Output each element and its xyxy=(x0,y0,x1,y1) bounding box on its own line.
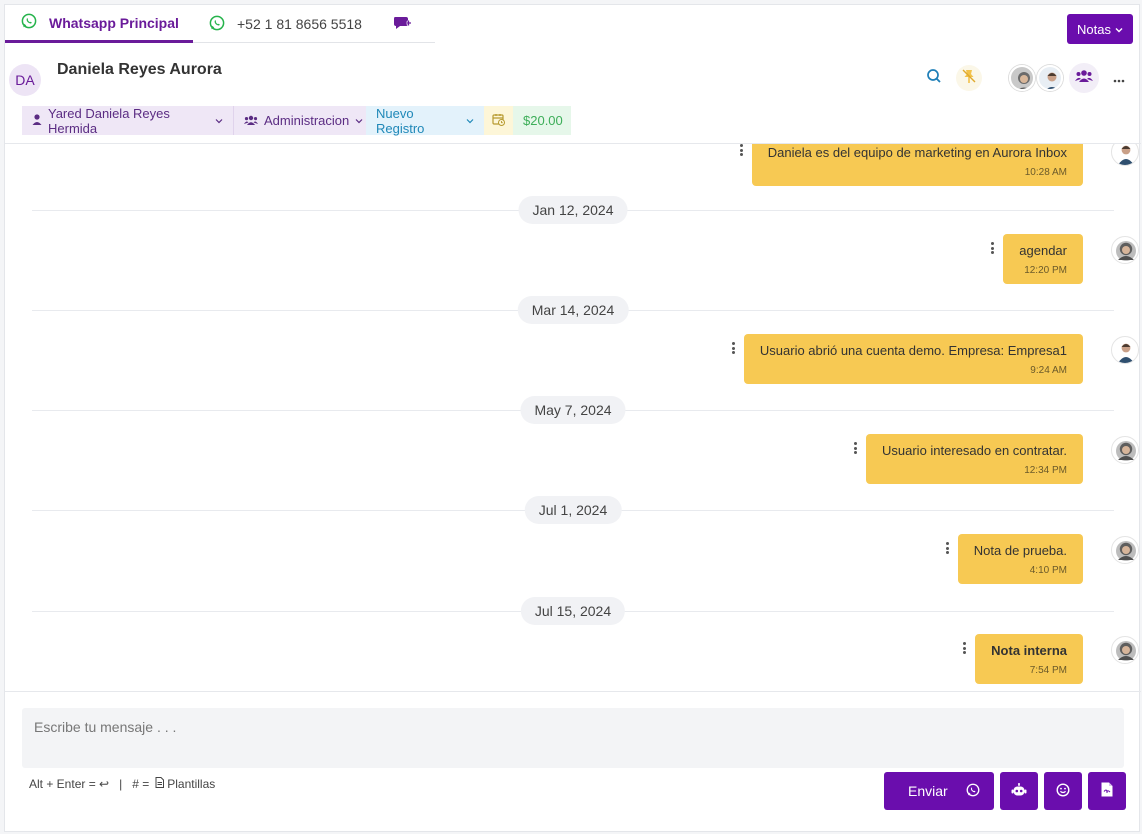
tab-label: +52 1 81 8656 5518 xyxy=(237,16,362,32)
message-author-man-avatar xyxy=(1111,144,1139,166)
date-pill: Jul 1, 2024 xyxy=(524,496,622,524)
notes-button[interactable]: Notas xyxy=(1067,14,1133,44)
message-menu-icon[interactable] xyxy=(736,144,746,158)
notes-button-label: Notas xyxy=(1077,21,1111,37)
templates-hint-prefix: # = xyxy=(132,777,150,791)
message-text: Usuario interesado en contratar. xyxy=(882,443,1067,458)
message-bubble[interactable]: agendar 12:20 PM xyxy=(1003,234,1083,284)
date-pill: May 7, 2024 xyxy=(520,396,626,424)
search-icon xyxy=(926,68,942,89)
message-time: 10:28 AM xyxy=(1024,167,1067,178)
message-bubble[interactable]: Usuario interesado en contratar. 12:34 PM xyxy=(866,434,1083,484)
search-button[interactable] xyxy=(921,65,947,91)
whatsapp-icon xyxy=(966,783,980,800)
date-pill: Jan 12, 2024 xyxy=(518,196,628,224)
calendar-clock-icon xyxy=(492,113,505,129)
emoji-button[interactable] xyxy=(1044,772,1082,810)
tab-whatsapp-principal[interactable]: Whatsapp Principal xyxy=(5,5,193,43)
contact-tags-bar: Yared Daniela Reyes Hermida Administraci… xyxy=(22,105,571,136)
message-time: 4:10 PM xyxy=(1029,565,1067,576)
date-pill: Mar 14, 2024 xyxy=(517,296,629,324)
message-menu-icon[interactable] xyxy=(987,240,997,256)
message-text: Usuario abrió una cuenta demo. Empresa: … xyxy=(759,343,1067,358)
message-menu-icon[interactable] xyxy=(942,540,952,556)
attach-file-button[interactable] xyxy=(1088,772,1126,810)
file-pdf-icon xyxy=(1101,782,1113,800)
composer-divider xyxy=(5,691,1141,692)
composer-hints: Alt + Enter = ↩ | # = Plantillas xyxy=(29,777,215,791)
users-icon xyxy=(1075,69,1093,88)
message-author-woman-avatar xyxy=(1111,636,1139,664)
chevron-down-icon xyxy=(466,113,474,128)
message-author-woman-avatar xyxy=(1111,236,1139,264)
users-icon xyxy=(244,113,258,128)
agent-avatar-man[interactable] xyxy=(1037,65,1063,91)
file-icon xyxy=(155,777,165,791)
smile-icon xyxy=(1056,782,1070,800)
new-chat-tab[interactable] xyxy=(393,5,411,43)
team-label: Administracion xyxy=(264,113,350,128)
message-author-woman-avatar xyxy=(1111,536,1139,564)
message-bubble[interactable]: Daniela es del equipo de marketing en Au… xyxy=(751,144,1083,186)
tab-label: Whatsapp Principal xyxy=(49,14,179,31)
contact-avatar: DA xyxy=(9,64,41,96)
message-text: Daniela es del equipo de marketing en Au… xyxy=(767,145,1067,160)
message-list[interactable]: Daniela es del equipo de marketing en Au… xyxy=(5,144,1141,690)
message-text: agendar xyxy=(1019,243,1067,258)
whatsapp-icon xyxy=(209,15,225,34)
message-bubble[interactable]: Usuario abrió una cuenta demo. Empresa: … xyxy=(743,334,1083,384)
team-button[interactable] xyxy=(1069,63,1099,93)
date-pill: Jul 15, 2024 xyxy=(520,597,626,625)
message-time: 12:34 PM xyxy=(1024,465,1067,476)
contact-name: Daniela Reyes Aurora xyxy=(57,61,222,78)
more-options-icon[interactable] xyxy=(1113,70,1125,88)
assignee-label: Yared Daniela Reyes Hermida xyxy=(48,105,170,136)
chevron-down-icon xyxy=(1115,22,1123,37)
deal-amount[interactable]: $20.00 xyxy=(513,106,571,135)
whatsapp-icon xyxy=(21,13,37,32)
tab-whatsapp-number[interactable]: +52 1 81 8656 5518 xyxy=(209,5,362,43)
send-button[interactable]: Enviar xyxy=(884,772,994,810)
hint-separator: | xyxy=(119,777,123,791)
stage-dropdown[interactable]: Nuevo Registro xyxy=(366,105,484,136)
contact-initials: DA xyxy=(15,72,35,88)
message-input[interactable] xyxy=(22,708,1124,768)
team-dropdown[interactable]: Administracion xyxy=(233,106,366,135)
channel-tabs: Whatsapp Principal +52 1 81 8656 5518 xyxy=(5,5,435,43)
message-text: Nota interna xyxy=(991,643,1067,658)
bot-button[interactable] xyxy=(1000,772,1038,810)
chevron-down-icon xyxy=(215,113,223,128)
assignee-dropdown[interactable]: Yared Daniela Reyes Hermida xyxy=(22,105,233,136)
message-author-woman-avatar xyxy=(1111,436,1139,464)
message-bubble[interactable]: Nota de prueba. 4:10 PM xyxy=(957,534,1083,584)
message-menu-icon[interactable] xyxy=(959,640,969,656)
message-text: Nota de prueba. xyxy=(973,543,1067,558)
templates-label: Plantillas xyxy=(167,777,216,791)
conversation-panel: Whatsapp Principal +52 1 81 8656 5518 No… xyxy=(4,4,1141,832)
message-time: 12:20 PM xyxy=(1024,265,1067,276)
enter-hint: Alt + Enter = ↩ xyxy=(29,777,110,791)
schedule-button[interactable] xyxy=(484,106,513,135)
message-menu-icon[interactable] xyxy=(850,440,860,456)
unpin-button[interactable] xyxy=(956,65,982,91)
message-time: 9:24 AM xyxy=(1030,365,1067,376)
send-label: Enviar xyxy=(908,783,948,799)
chevron-down-icon xyxy=(355,113,363,128)
agent-avatar-woman[interactable] xyxy=(1009,65,1035,91)
amount-label: $20.00 xyxy=(523,113,563,128)
message-menu-icon[interactable] xyxy=(728,340,738,356)
message-bubble[interactable]: Nota interna 7:54 PM xyxy=(975,634,1083,684)
templates-link[interactable]: Plantillas xyxy=(155,777,215,791)
robot-icon xyxy=(1011,782,1027,800)
stage-label: Nuevo Registro xyxy=(376,105,425,136)
unpin-icon xyxy=(961,68,977,89)
message-author-man-avatar xyxy=(1111,336,1139,364)
message-time: 7:54 PM xyxy=(1029,665,1067,676)
chat-plus-icon xyxy=(393,15,411,34)
user-icon xyxy=(32,113,42,128)
